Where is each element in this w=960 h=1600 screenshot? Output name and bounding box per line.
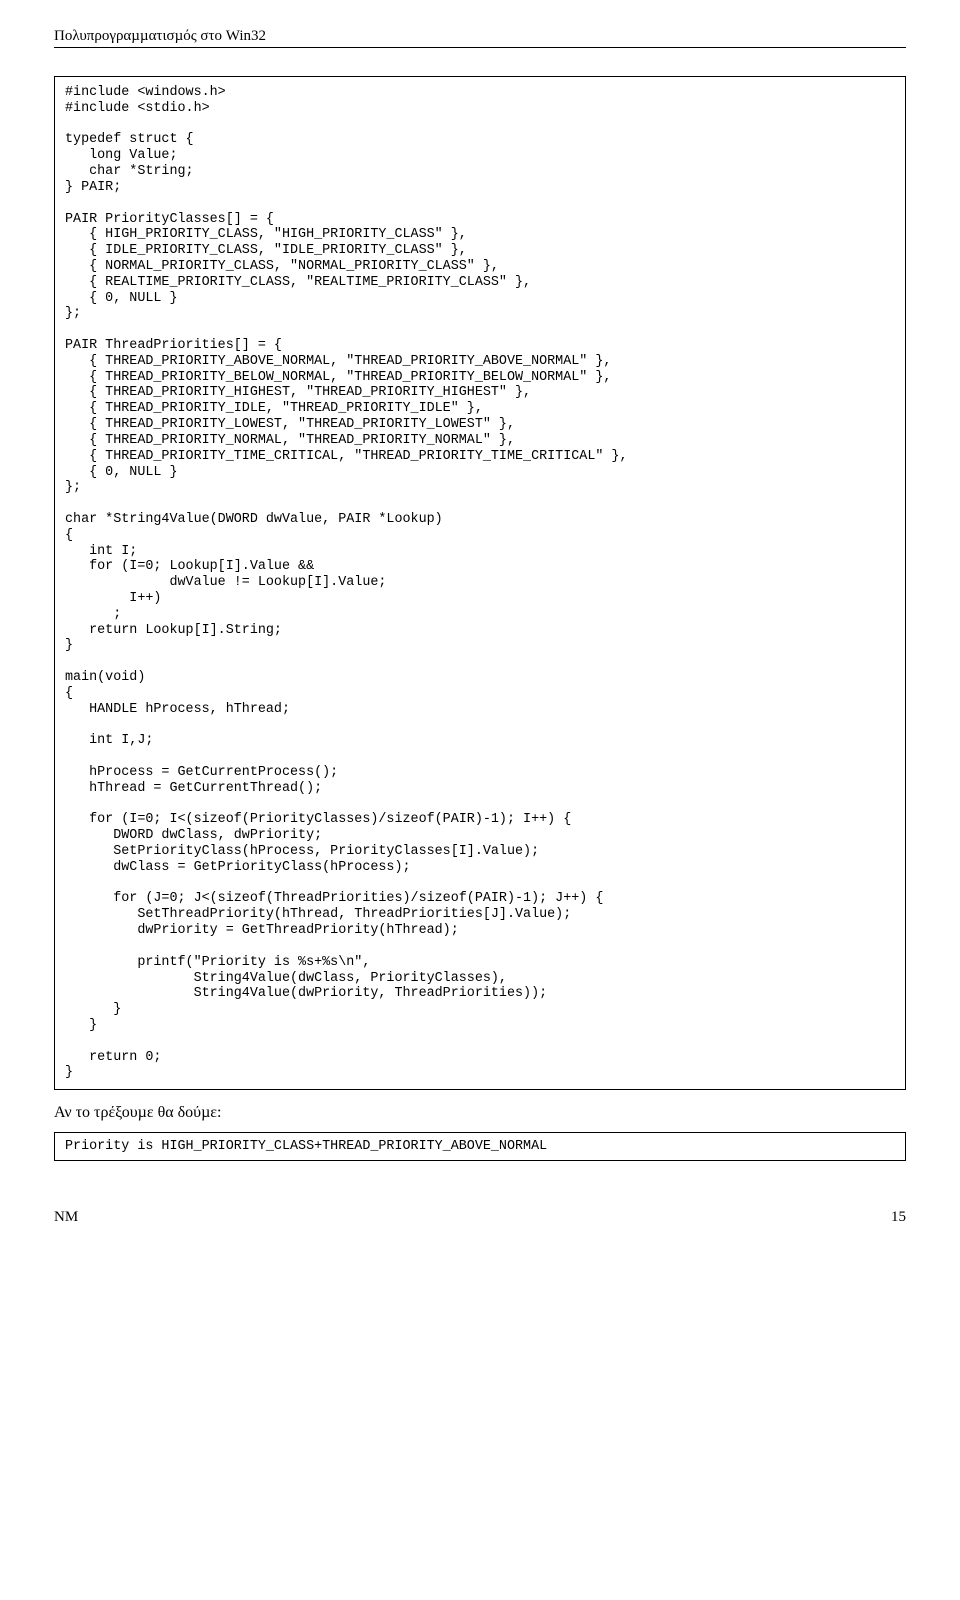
footer-author: NM: [54, 1209, 78, 1226]
page: Πολυπρογραµµατισµός στο Win32 #include <…: [0, 0, 960, 1246]
output-listing: Priority is HIGH_PRIORITY_CLASS+THREAD_P…: [54, 1132, 906, 1161]
body-paragraph: Αν το τρέξουµε θα δούµε:: [54, 1104, 906, 1122]
page-footer: NM 15: [54, 1209, 906, 1226]
code-listing: #include <windows.h> #include <stdio.h> …: [54, 76, 906, 1090]
page-header: Πολυπρογραµµατισµός στο Win32: [54, 28, 906, 48]
footer-page-number: 15: [891, 1209, 906, 1226]
